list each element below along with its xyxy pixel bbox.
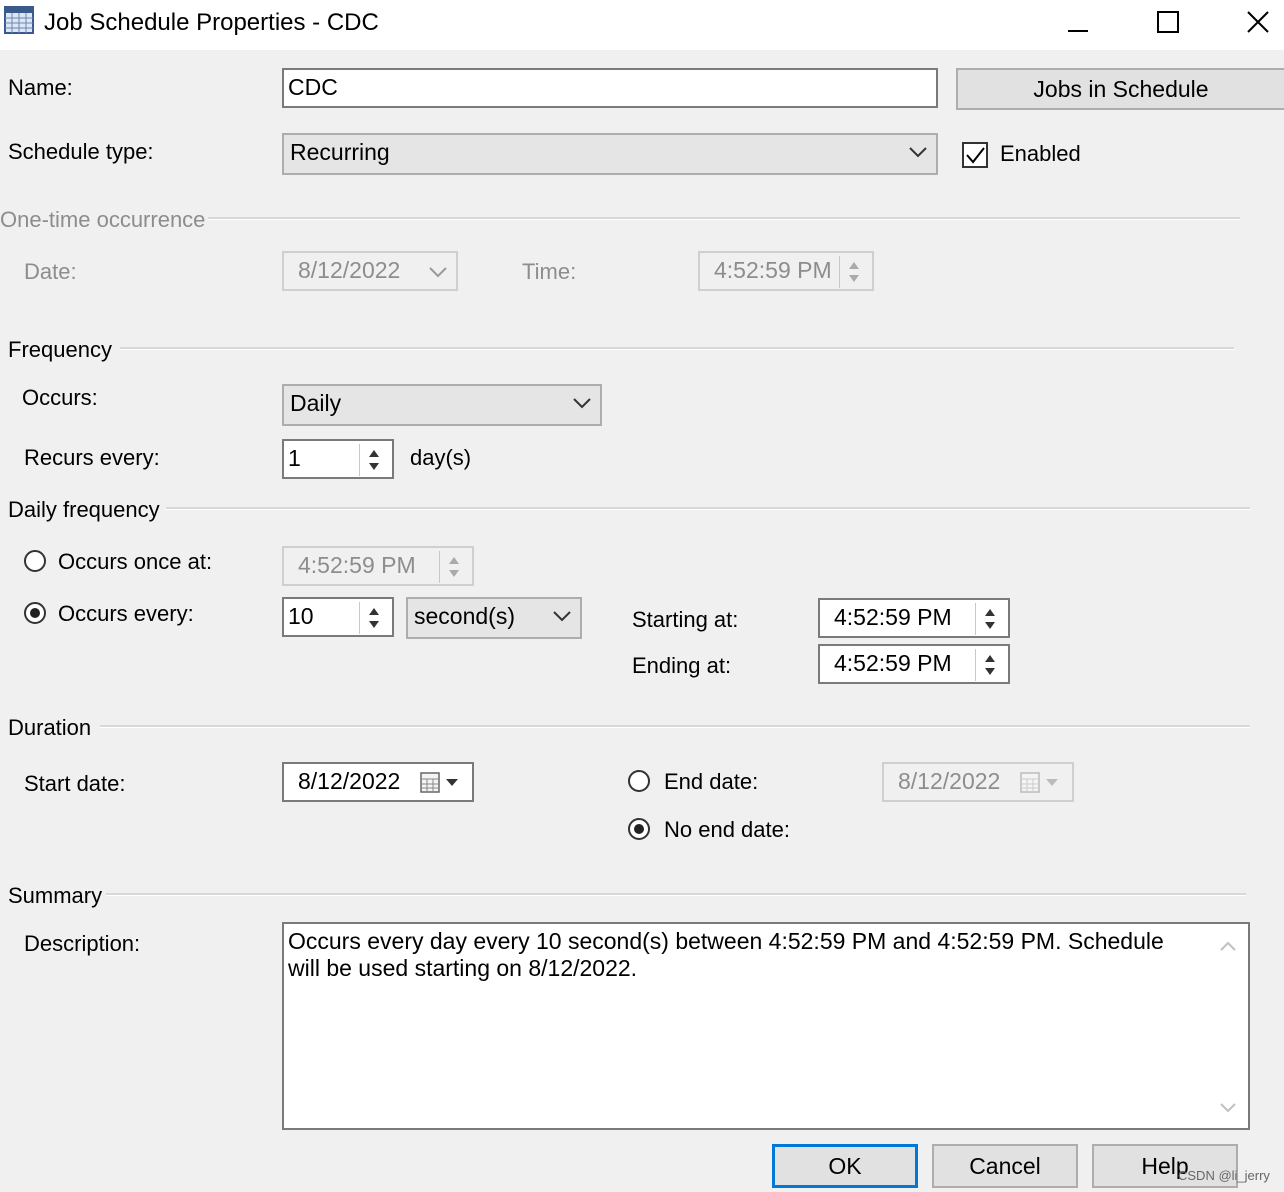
every-unit-value: second(s) — [414, 603, 515, 629]
close-icon — [1247, 11, 1269, 33]
occurs-value: Daily — [290, 390, 342, 416]
chevron-down-icon — [429, 267, 447, 278]
frequency-heading: Frequency — [8, 337, 112, 362]
ending-spinner[interactable] — [975, 649, 1004, 681]
enabled-label: Enabled — [1000, 141, 1081, 166]
start-date-picker[interactable]: 8/12/2022 — [282, 762, 474, 802]
occurs-once-time: 4:52:59 PM — [282, 546, 474, 586]
spin-arrows-icon — [985, 655, 995, 675]
chevron-down-icon — [909, 147, 927, 158]
spin-arrows-icon — [369, 450, 379, 470]
jobs-in-schedule-button[interactable]: Jobs in Schedule — [956, 68, 1284, 110]
starting-at-input[interactable]: 4:52:59 PM — [818, 598, 1010, 638]
every-unit-select[interactable]: second(s) — [406, 597, 582, 639]
date-value: 8/12/2022 — [298, 257, 401, 283]
scroll-down-icon[interactable] — [1219, 1102, 1237, 1114]
recurs-spinner[interactable] — [359, 444, 388, 476]
every-spinner[interactable] — [359, 602, 388, 634]
group-divider — [208, 217, 1240, 220]
recurs-every-value: 1 — [288, 445, 301, 471]
checkmark-icon — [966, 147, 985, 164]
spin-arrows-icon — [849, 262, 859, 282]
name-label: Name: — [8, 75, 73, 100]
one-time-heading: One-time occurrence — [0, 207, 206, 232]
occurs-every-input[interactable]: 10 — [282, 597, 394, 637]
occurs-every-label: Occurs every: — [58, 601, 194, 626]
group-divider — [166, 507, 1250, 510]
time-spinner — [839, 256, 868, 288]
spin-arrows-icon — [449, 557, 459, 577]
watermark-text: CSDN @li_jerry — [1178, 1168, 1270, 1183]
end-date-radio[interactable] — [628, 770, 650, 792]
recurs-every-input[interactable]: 1 — [282, 439, 394, 479]
date-picker: 8/12/2022 — [282, 251, 458, 291]
schedule-type-select[interactable]: Recurring — [282, 133, 938, 175]
starting-at-value: 4:52:59 PM — [834, 604, 952, 630]
no-end-date-label: No end date: — [664, 817, 790, 842]
occurs-once-radio[interactable] — [24, 550, 46, 572]
once-spinner — [439, 551, 468, 583]
end-date-label: End date: — [664, 769, 759, 794]
window-title: Job Schedule Properties - CDC — [44, 9, 379, 36]
group-divider — [120, 347, 1234, 350]
duration-heading: Duration — [8, 715, 92, 740]
enabled-checkbox[interactable] — [962, 142, 988, 168]
occurs-once-label: Occurs once at: — [58, 549, 213, 574]
schedule-type-value: Recurring — [290, 139, 390, 165]
recurs-unit-label: day(s) — [410, 445, 472, 470]
occurs-label: Occurs: — [22, 385, 98, 410]
occurs-select[interactable]: Daily — [282, 384, 602, 426]
calendar-grid-icon — [4, 6, 34, 34]
date-label: Date: — [24, 259, 77, 284]
description-scrollbar[interactable] — [1210, 926, 1246, 1126]
schedule-type-label: Schedule type: — [8, 139, 154, 164]
time-input: 4:52:59 PM — [698, 251, 874, 291]
ending-at-value: 4:52:59 PM — [834, 650, 952, 676]
close-button[interactable] — [1228, 0, 1284, 44]
starting-spinner[interactable] — [975, 603, 1004, 635]
cancel-button[interactable]: Cancel — [932, 1144, 1078, 1188]
calendar-dropdown-icon — [420, 772, 458, 793]
daily-frequency-heading: Daily frequency — [8, 497, 160, 522]
occurs-once-value: 4:52:59 PM — [298, 552, 416, 578]
description-text: Occurs every day every 10 second(s) betw… — [288, 928, 1164, 981]
maximize-icon — [1157, 11, 1179, 33]
description-label: Description: — [24, 931, 141, 956]
occurs-every-value: 10 — [288, 603, 314, 629]
start-date-label: Start date: — [24, 771, 126, 796]
time-value: 4:52:59 PM — [714, 257, 832, 283]
no-end-date-radio[interactable] — [628, 818, 650, 840]
summary-heading: Summary — [8, 883, 103, 908]
ok-button[interactable]: OK — [772, 1144, 918, 1188]
spin-arrows-icon — [985, 609, 995, 629]
chevron-down-icon — [553, 611, 571, 622]
end-date-value: 8/12/2022 — [898, 768, 1001, 794]
starting-at-label: Starting at: — [632, 607, 739, 632]
chevron-down-icon — [573, 398, 591, 409]
start-date-value: 8/12/2022 — [298, 768, 401, 794]
occurs-every-radio[interactable] — [24, 602, 46, 624]
scroll-up-icon[interactable] — [1219, 940, 1237, 952]
calendar-dropdown-icon — [1020, 772, 1058, 793]
description-textarea[interactable]: Occurs every day every 10 second(s) betw… — [282, 922, 1250, 1130]
ending-at-input[interactable]: 4:52:59 PM — [818, 644, 1010, 684]
spin-arrows-icon — [369, 608, 379, 628]
group-divider — [106, 893, 1246, 896]
minimize-icon — [1068, 30, 1088, 32]
time-label: Time: — [522, 259, 577, 284]
minimize-button[interactable] — [1048, 0, 1108, 44]
name-input[interactable]: CDC — [282, 68, 938, 108]
ending-at-label: Ending at: — [632, 653, 732, 678]
end-date-picker: 8/12/2022 — [882, 762, 1074, 802]
group-divider — [100, 725, 1250, 728]
maximize-button[interactable] — [1138, 0, 1198, 44]
recurs-every-label: Recurs every: — [24, 445, 160, 470]
